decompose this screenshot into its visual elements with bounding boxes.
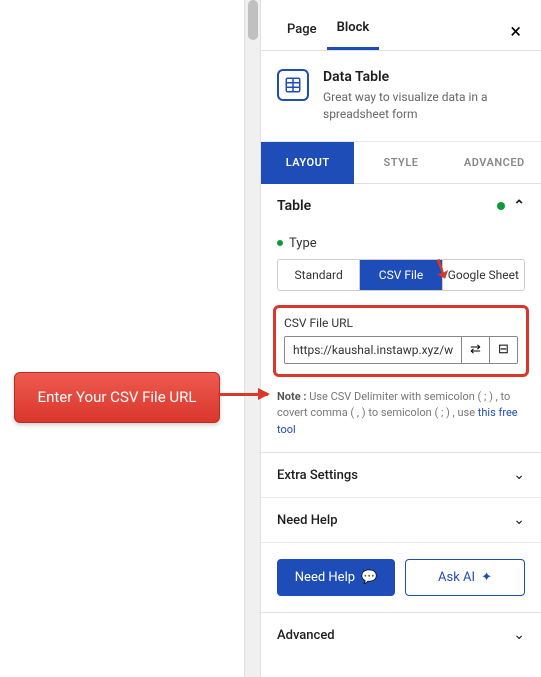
type-label: Type (277, 236, 525, 251)
type-csv-button[interactable]: CSV File (360, 260, 442, 290)
editor-canvas (0, 0, 260, 677)
ask-ai-button[interactable]: Ask AI ✦ (405, 559, 525, 596)
status-dot-icon (277, 240, 283, 246)
block-title: Data Table (323, 69, 525, 85)
section-table-label: Table (277, 198, 311, 214)
csv-url-highlight: CSV File URL ⇄ ⊟ (273, 305, 529, 377)
block-description: Great way to visualize data in a spreads… (323, 89, 525, 123)
tab-block[interactable]: Block (327, 12, 380, 50)
tab-page[interactable]: Page (277, 14, 327, 49)
pointer-icon: ✦ (481, 570, 492, 585)
section-need-help[interactable]: Need Help ⌄ (261, 498, 541, 543)
section-extra-settings[interactable]: Extra Settings ⌄ (261, 453, 541, 498)
note-prefix: Note : (277, 390, 306, 403)
status-dot-icon (497, 202, 505, 210)
note-text: Note : Use CSV Delimiter with semicolon … (261, 385, 541, 453)
action-buttons: Need Help 💬 Ask AI ✦ (261, 543, 541, 612)
annotation-arrow-icon (218, 393, 268, 396)
tab-layout[interactable]: LAYOUT (261, 142, 354, 184)
link-icon[interactable]: ⇄ (461, 337, 489, 363)
database-icon[interactable]: ⊟ (489, 337, 517, 363)
advanced-label: Advanced (277, 628, 335, 643)
section-table-header[interactable]: Table ⌃ (261, 184, 541, 228)
tab-style[interactable]: STYLE (354, 142, 447, 184)
tab-advanced[interactable]: ADVANCED (448, 142, 541, 184)
chevron-up-icon: ⌃ (513, 198, 525, 214)
csv-input-row: ⇄ ⊟ (284, 336, 518, 364)
scrollbar[interactable] (244, 0, 260, 677)
type-gsheet-button[interactable]: Google Sheet (443, 260, 524, 290)
data-table-icon (277, 69, 309, 101)
note-body: Use CSV Delimiter with semicolon ( ; ) ,… (277, 390, 510, 420)
csv-url-input[interactable] (285, 337, 461, 363)
annotation-callout: Enter Your CSV File URL (14, 372, 220, 423)
sidebar-tabs: Page Block × (261, 0, 541, 51)
type-field: Type Standard CSV File Google Sheet (261, 228, 541, 293)
settings-tabs: LAYOUT STYLE ADVANCED (261, 142, 541, 184)
need-help-button-label: Need Help (295, 570, 355, 585)
block-info: Data Table Great way to visualize data i… (261, 51, 541, 142)
need-help-label: Need Help (277, 513, 338, 528)
chevron-down-icon: ⌄ (513, 467, 525, 483)
scrollbar-thumb[interactable] (248, 0, 258, 40)
chevron-down-icon: ⌄ (513, 627, 525, 643)
sidebar-panel: Page Block × Data Table Great way to vis… (260, 0, 541, 677)
csv-url-label: CSV File URL (284, 316, 518, 330)
type-toggle: Standard CSV File Google Sheet (277, 259, 525, 291)
chevron-down-icon: ⌄ (513, 512, 525, 528)
chat-icon: 💬 (361, 570, 377, 585)
need-help-button[interactable]: Need Help 💬 (277, 559, 395, 596)
ask-ai-button-label: Ask AI (438, 570, 475, 585)
type-label-text: Type (289, 236, 317, 251)
type-standard-button[interactable]: Standard (278, 260, 360, 290)
section-advanced[interactable]: Advanced ⌄ (261, 613, 541, 657)
close-icon[interactable]: × (506, 19, 525, 43)
extra-settings-label: Extra Settings (277, 468, 358, 483)
